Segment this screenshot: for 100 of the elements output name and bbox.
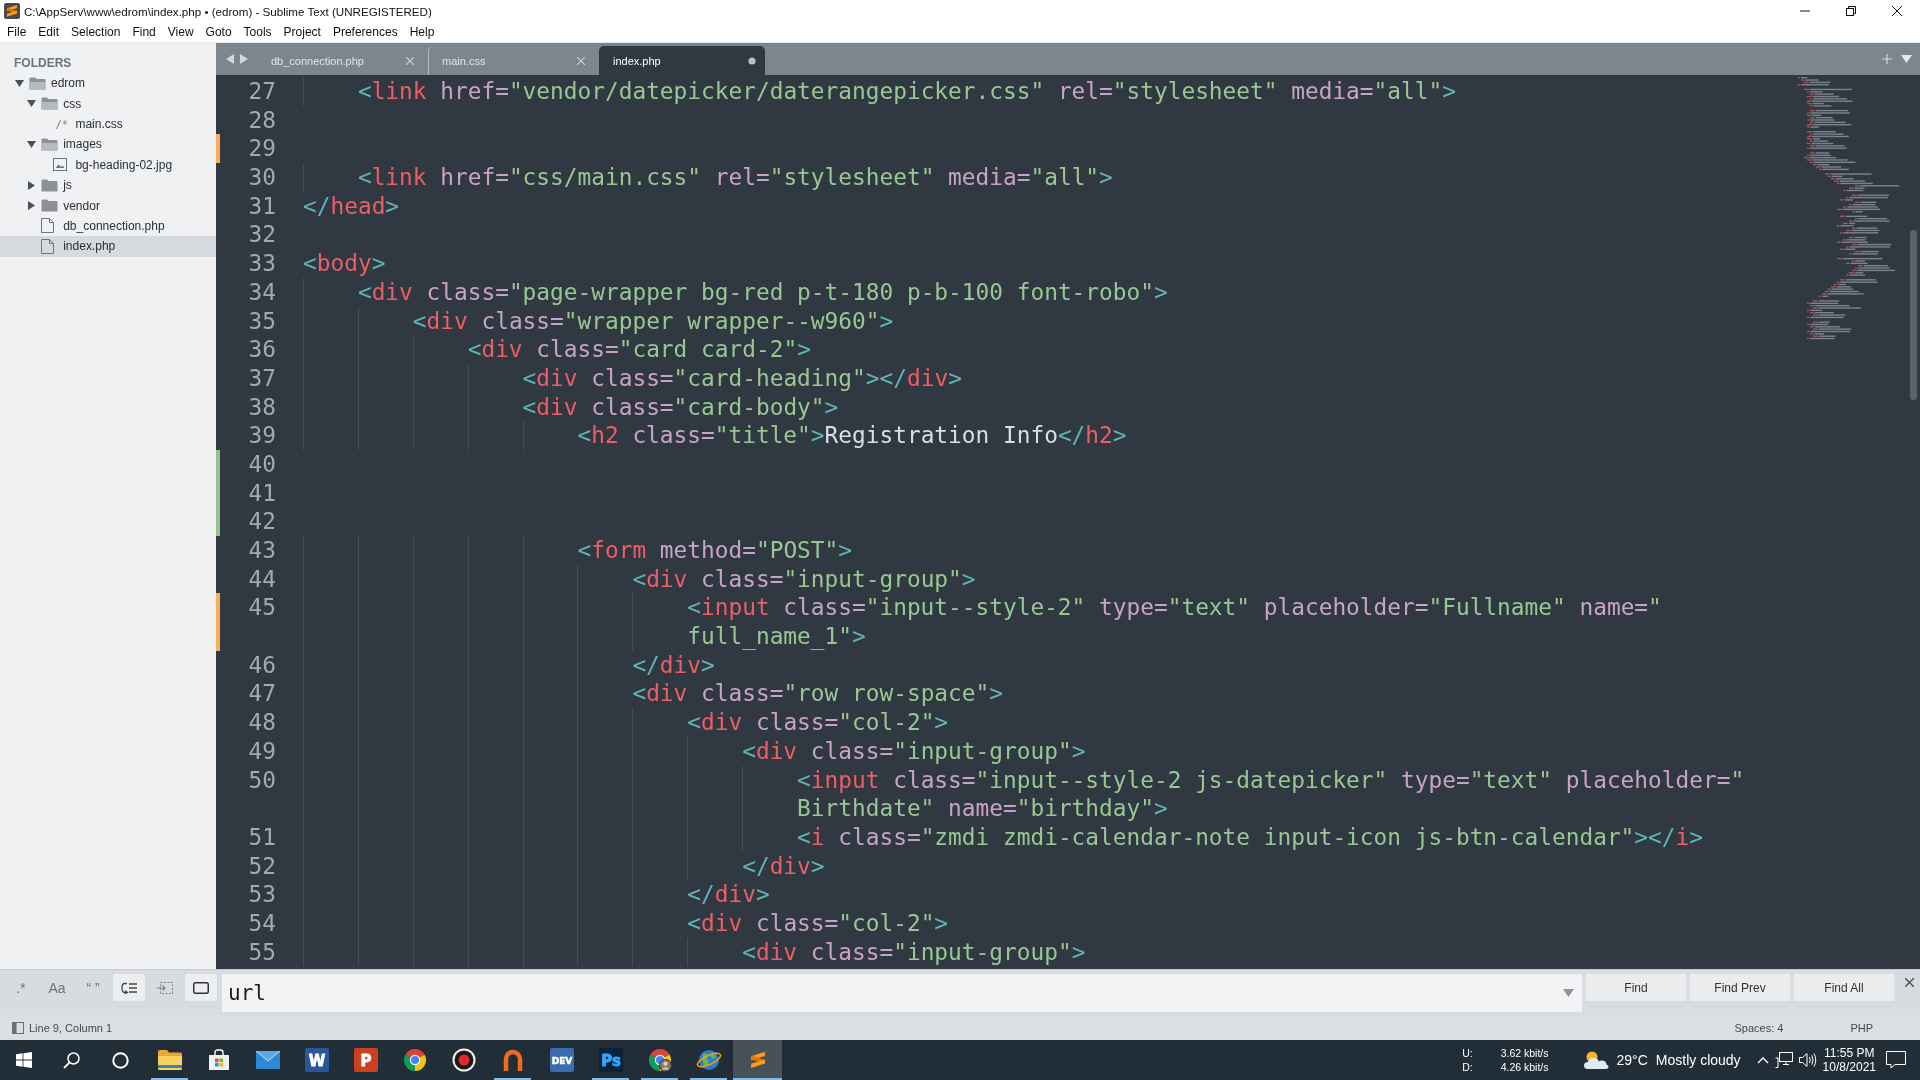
restore-icon[interactable] bbox=[1846, 6, 1856, 16]
menu-item[interactable]: Help bbox=[403, 25, 441, 39]
network-icon[interactable] bbox=[1774, 1052, 1793, 1068]
document-icon bbox=[41, 238, 55, 254]
option-toggle[interactable] bbox=[185, 974, 217, 1001]
code-line: <div class="wrapper wrapper--w960"> bbox=[412, 306, 894, 336]
option-toggle[interactable]: “ ” bbox=[77, 974, 109, 1001]
folder-icon bbox=[41, 178, 59, 192]
panel-icon[interactable] bbox=[12, 1021, 24, 1034]
close-icon[interactable] bbox=[1905, 978, 1914, 987]
code-line: <div class="card card-2"> bbox=[467, 335, 811, 364]
code-line: <div class="col-2"> bbox=[687, 708, 949, 737]
menu-item[interactable]: Goto bbox=[199, 25, 238, 39]
code-line: Birthdate" name="birthday"> bbox=[797, 794, 1168, 823]
tree-item[interactable]: index.php bbox=[0, 236, 216, 257]
taskbar-app-button[interactable]: DEV bbox=[537, 1040, 586, 1080]
folder-icon bbox=[41, 199, 59, 213]
open-folder-icon bbox=[29, 76, 46, 90]
document-icon bbox=[41, 218, 55, 234]
tab[interactable]: index.php bbox=[599, 46, 765, 75]
line-number: 43 bbox=[248, 537, 276, 563]
indentation-setting[interactable]: Spaces: 4 bbox=[1734, 1021, 1784, 1034]
close-icon[interactable] bbox=[1892, 6, 1902, 16]
tree-item[interactable]: css bbox=[0, 93, 216, 114]
caret-down-icon[interactable] bbox=[15, 79, 24, 87]
caret-down-icon[interactable] bbox=[27, 100, 37, 108]
dashed-box-icon bbox=[157, 981, 173, 994]
find-field[interactable]: url bbox=[222, 974, 1582, 1012]
option-toggle[interactable]: .* bbox=[5, 974, 37, 1001]
code-line: </div> bbox=[632, 650, 715, 680]
code-line: <div class="row row-space"> bbox=[632, 679, 1003, 709]
letter-tile-icon: W bbox=[304, 1048, 329, 1072]
taskbar-app-button[interactable]: Ps bbox=[586, 1040, 635, 1080]
line-number: 46 bbox=[248, 651, 276, 678]
clock-time[interactable]: 11:55 PM bbox=[1824, 1045, 1875, 1060]
tree-item[interactable]: edrom bbox=[0, 73, 216, 94]
code-line: <input class="input--style-2" type="text" placeholder="Fullname" name=" bbox=[687, 593, 1662, 623]
chevron-up-icon[interactable] bbox=[1756, 1056, 1769, 1064]
envelope-icon bbox=[255, 1051, 280, 1069]
app-logo-icon bbox=[4, 3, 20, 19]
tree-item[interactable]: images bbox=[0, 134, 216, 155]
line-number: 47 bbox=[248, 680, 276, 707]
line-number: 27 bbox=[248, 78, 276, 104]
caret-right-icon[interactable] bbox=[28, 201, 36, 211]
open-folder-icon bbox=[41, 137, 59, 151]
line-number: 53 bbox=[248, 881, 276, 908]
letter-tile-icon: Ps bbox=[598, 1048, 623, 1072]
menu-item[interactable]: Preferences bbox=[326, 25, 404, 39]
line-number: 55 bbox=[248, 938, 276, 965]
caret-right-icon[interactable] bbox=[28, 180, 36, 190]
cursor-position: Line 9, Column 1 bbox=[29, 1021, 113, 1034]
globe-icon bbox=[695, 1048, 722, 1072]
option-toggle[interactable]: Aa bbox=[41, 974, 73, 1001]
taskbar-app-button[interactable]: P bbox=[341, 1040, 390, 1080]
scrollbar-thumb[interactable] bbox=[1909, 230, 1917, 400]
menu-item[interactable]: Edit bbox=[32, 25, 66, 39]
menu-item[interactable]: Tools bbox=[237, 25, 278, 39]
find-button[interactable]: Find bbox=[1586, 974, 1686, 1001]
tree-item[interactable]: js bbox=[0, 174, 216, 196]
weather-condition[interactable]: Mostly cloudy bbox=[1655, 1051, 1741, 1069]
wrap-around-icon bbox=[121, 981, 137, 994]
line-number: 54 bbox=[248, 909, 276, 936]
line-number: 38 bbox=[248, 393, 276, 420]
upload-label: U: bbox=[1462, 1046, 1473, 1060]
find-button[interactable]: Find All bbox=[1794, 974, 1894, 1001]
arrow-left-icon[interactable] bbox=[225, 54, 234, 64]
line-number: 33 bbox=[248, 250, 276, 277]
rectangle-icon bbox=[193, 981, 209, 994]
open-folder-icon bbox=[41, 97, 59, 111]
code-line: <div class="input-group"> bbox=[632, 564, 976, 594]
tree-item[interactable]: vendor bbox=[0, 195, 216, 216]
arc-icon bbox=[502, 1049, 523, 1071]
taskbar-app-button[interactable]: W bbox=[292, 1040, 341, 1080]
notification-icon[interactable] bbox=[1886, 1051, 1906, 1069]
clock-date[interactable]: 10/8/2021 bbox=[1822, 1060, 1876, 1075]
arrow-right-icon[interactable] bbox=[239, 54, 248, 64]
menu-item[interactable]: View bbox=[161, 25, 200, 39]
line-number: 39 bbox=[248, 422, 276, 449]
temperature[interactable]: 29°C bbox=[1616, 1051, 1648, 1069]
menu-item[interactable]: Find bbox=[126, 25, 162, 39]
line-number: 32 bbox=[248, 221, 276, 248]
tree-item[interactable]: db_connection.php bbox=[0, 215, 216, 237]
tree-item[interactable]: bg-heading-02.jpg bbox=[0, 154, 216, 175]
menu-item[interactable]: Selection bbox=[65, 25, 127, 39]
code-line: <div class="page-wrapper bg-red p-t-180 p-b-100 font-robo"> bbox=[357, 277, 1168, 307]
code-line: <link href="vendor/datepicker/daterangepicker.css" rel="stylesheet" media="all"> bbox=[357, 77, 1456, 106]
menu-item[interactable]: File bbox=[1, 25, 33, 39]
caret-down-icon[interactable] bbox=[27, 140, 37, 148]
tree-item[interactable]: /* main.css bbox=[0, 113, 216, 135]
line-number: 30 bbox=[248, 164, 276, 191]
syntax-setting[interactable]: PHP bbox=[1850, 1021, 1873, 1034]
volume-icon[interactable] bbox=[1798, 1052, 1817, 1068]
code-line: </div> bbox=[742, 851, 825, 881]
record-icon bbox=[451, 1048, 476, 1072]
unsaved-dot-icon[interactable] bbox=[748, 56, 756, 65]
option-toggle[interactable] bbox=[113, 974, 145, 1001]
line-number: 42 bbox=[248, 508, 276, 535]
menu-item[interactable]: Project bbox=[277, 25, 327, 39]
caret-down-icon[interactable] bbox=[1901, 55, 1912, 63]
find-button[interactable]: Find Prev bbox=[1690, 974, 1790, 1001]
